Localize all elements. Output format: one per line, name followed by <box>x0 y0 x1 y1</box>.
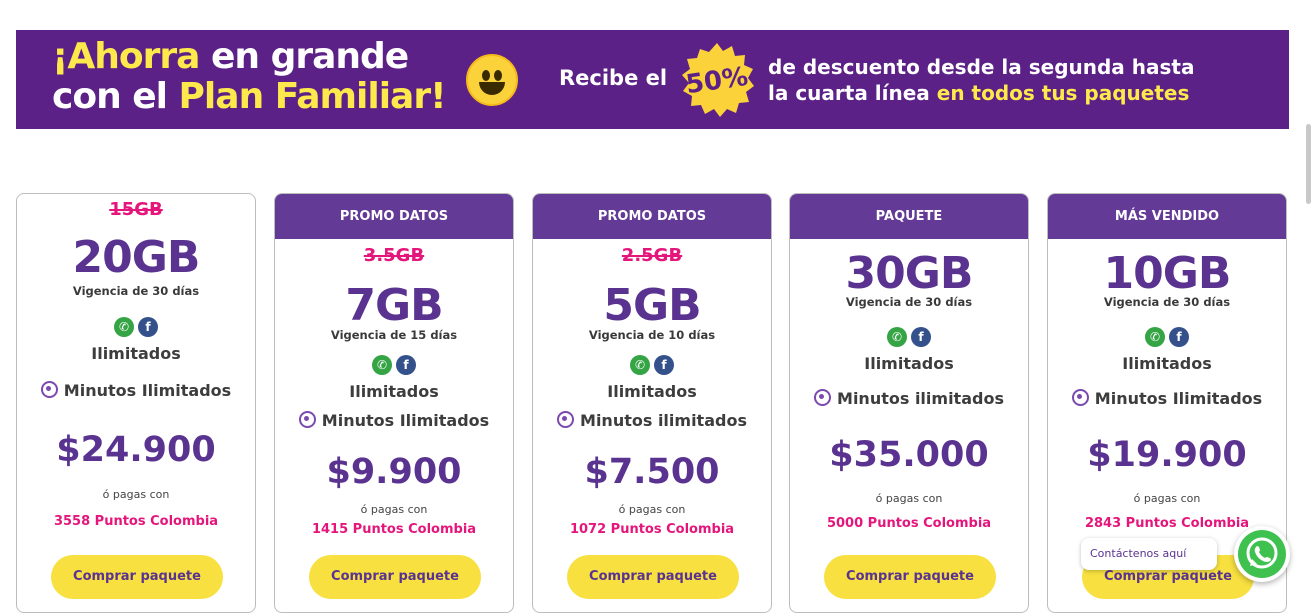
minutes-row: Minutos Ilimitados <box>1048 389 1286 408</box>
social-icons: ✆ f <box>275 354 513 375</box>
social-icons: ✆ f <box>17 316 255 337</box>
minutes-label: Minutos ilimitados <box>580 411 747 430</box>
banner-desc-line2-yellow: en todos tus paquetes <box>936 81 1190 105</box>
whatsapp-icon: ✆ <box>887 326 907 347</box>
plan-card: PROMO DATOS 3.5GB 7GB Vigencia de 15 día… <box>274 193 514 613</box>
validity-text: Vigencia de 30 días <box>1103 295 1231 309</box>
viber-icon <box>40 381 58 398</box>
price: $35.000 <box>829 435 989 475</box>
data-amount: 7GB <box>345 280 443 331</box>
buy-button[interactable]: Comprar paquete <box>51 555 223 599</box>
whatsapp-icon: ✆ <box>372 354 392 375</box>
data-amount: 30GB <box>845 248 974 299</box>
facebook-icon: f <box>138 316 158 337</box>
price: $24.900 <box>56 430 216 470</box>
viber-icon <box>557 411 575 428</box>
whatsapp-icon: ✆ <box>114 316 134 337</box>
card-header: PROMO DATOS <box>275 194 513 239</box>
banner-line1-white: en grande <box>211 36 409 77</box>
facebook-icon: f <box>654 354 674 375</box>
old-data-amount: 15GB <box>109 199 163 220</box>
card-header: PAQUETE <box>790 194 1028 239</box>
price: $9.900 <box>326 452 462 492</box>
smiley-icon <box>466 54 518 106</box>
minutes-row: Minutos ilimitados <box>533 411 771 430</box>
whatsapp-icon: ✆ <box>630 354 650 375</box>
whatsapp-icon: ✆ <box>1145 326 1165 347</box>
facebook-icon: f <box>396 354 416 375</box>
unlimited-label: Ilimitados <box>1122 354 1212 373</box>
points-text: 3558 Puntos Colombia <box>53 514 219 529</box>
promo-banner[interactable]: ¡Ahorra en grande con el Plan Familiar! … <box>16 30 1289 129</box>
minutes-row: Minutos Ilimitados <box>17 381 255 400</box>
old-data-amount: 2.5GB <box>621 245 683 266</box>
banner-line2-white: con el <box>52 76 168 117</box>
validity-text: Vigencia de 30 días <box>72 284 200 298</box>
minutes-label: Minutos Ilimitados <box>321 411 490 430</box>
data-amount: 5GB <box>603 280 701 331</box>
or-pay-text: ó pagas con <box>618 503 686 516</box>
unlimited-label: Ilimitados <box>91 344 181 363</box>
or-pay-text: ó pagas con <box>1133 492 1201 505</box>
banner-line2-yellow: Plan Familiar! <box>178 76 447 117</box>
contact-tooltip[interactable]: Contáctenos aquí <box>1081 538 1217 570</box>
unlimited-label: Ilimitados <box>607 382 697 401</box>
or-pay-text: ó pagas con <box>360 503 428 516</box>
viber-icon <box>1071 389 1089 406</box>
facebook-icon: f <box>911 326 931 347</box>
banner-line1-yellow: ¡Ahorra <box>52 36 200 77</box>
banner-desc-line2-white: la cuarta línea <box>768 81 930 105</box>
banner-description: de descuento desde la segunda hasta la c… <box>768 54 1194 106</box>
minutes-row: Minutos Ilimitados <box>275 411 513 430</box>
social-icons: ✆ f <box>533 354 771 375</box>
points-text: 1415 Puntos Colombia <box>311 522 477 537</box>
buy-button[interactable]: Comprar paquete <box>824 555 996 599</box>
validity-text: Vigencia de 30 días <box>845 295 973 309</box>
validity-text: Vigencia de 15 días <box>330 328 458 342</box>
old-data-amount: 3.5GB <box>363 245 425 266</box>
whatsapp-chat-button[interactable] <box>1234 526 1290 582</box>
card-header: PROMO DATOS <box>533 194 771 239</box>
points-text: 1072 Puntos Colombia <box>569 522 735 537</box>
viber-icon <box>814 389 832 406</box>
minutes-row: Minutos ilimitados <box>790 389 1028 408</box>
plan-card: 15GB 20GB Vigencia de 30 días ✆ f Ilimita… <box>16 193 256 613</box>
viber-icon <box>298 411 316 428</box>
or-pay-text: ó pagas con <box>875 492 943 505</box>
buy-button[interactable]: Comprar paquete <box>567 555 739 599</box>
unlimited-label: Ilimitados <box>349 382 439 401</box>
data-amount: 10GB <box>1103 248 1232 299</box>
minutes-label: Minutos Ilimitados <box>1094 389 1263 408</box>
price: $19.900 <box>1087 435 1247 475</box>
card-header: MÁS VENDIDO <box>1048 194 1286 239</box>
whatsapp-icon <box>1238 530 1286 578</box>
scrollbar-thumb[interactable] <box>1306 124 1311 204</box>
social-icons: ✆ f <box>1048 326 1286 347</box>
plan-card: PAQUETE 30GB Vigencia de 30 días ✆ f Ilim… <box>789 193 1029 613</box>
points-text: 5000 Puntos Colombia <box>826 516 992 531</box>
price: $7.500 <box>584 452 720 492</box>
data-amount: 20GB <box>72 232 201 283</box>
facebook-icon: f <box>1169 326 1189 347</box>
or-pay-text: ó pagas con <box>102 488 170 501</box>
minutes-label: Minutos Ilimitados <box>63 381 232 400</box>
banner-headline: ¡Ahorra en grande con el Plan Familiar! <box>52 37 446 117</box>
banner-recibe: Recibe el <box>559 66 668 90</box>
minutes-label: Minutos ilimitados <box>837 389 1004 408</box>
buy-button[interactable]: Comprar paquete <box>309 555 481 599</box>
plan-card: PROMO DATOS 2.5GB 5GB Vigencia de 10 día… <box>532 193 772 613</box>
social-icons: ✆ f <box>790 326 1028 347</box>
unlimited-label: Ilimitados <box>864 354 954 373</box>
banner-desc-line1: de descuento desde la segunda hasta <box>768 55 1195 79</box>
validity-text: Vigencia de 10 días <box>588 328 716 342</box>
